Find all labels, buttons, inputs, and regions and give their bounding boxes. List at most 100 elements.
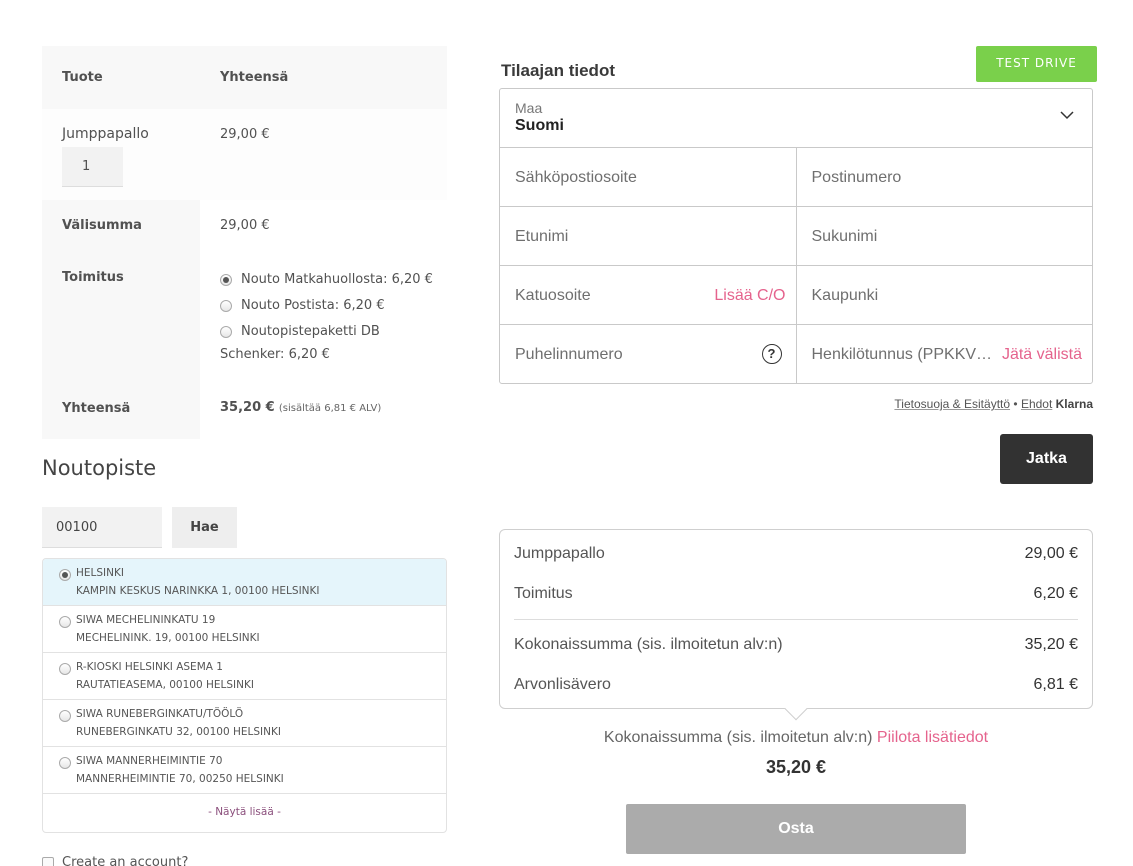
- country-value: Suomi: [515, 117, 564, 134]
- add-co-link[interactable]: Lisää C/O: [714, 287, 785, 305]
- last-name-field[interactable]: Sukunimi: [795, 207, 1093, 265]
- klarna-terms: Tietosuoja & Esitäyttö • Ehdot Klarna: [894, 397, 1093, 411]
- ssn-field[interactable]: Henkilötunnus (PPKKVVSSSS) Jätä välistä: [795, 325, 1093, 384]
- shipping-option-label-cont: Schenker: 6,20 €: [220, 347, 330, 362]
- pickup-point-item[interactable]: SIWA RUNEBERGINKATU/TÖÖLÖ RUNEBERGINKATU…: [43, 700, 446, 747]
- checkbox-icon[interactable]: [42, 856, 54, 866]
- test-drive-badge: TEST DRIVE: [976, 46, 1097, 82]
- pickup-point-name: R-KIOSKI HELSINKI ASEMA 1: [76, 661, 223, 673]
- phone-placeholder: Puhelinnumero: [515, 346, 623, 363]
- shipping-label: Toimitus: [42, 256, 200, 383]
- subtotal-label: Välisumma: [42, 200, 200, 256]
- show-more-link[interactable]: - Näytä lisää -: [43, 794, 446, 818]
- pickup-point-item[interactable]: HELSINKI KAMPIN KESKUS NARINKKA 1, 00100…: [43, 559, 446, 606]
- radio-icon[interactable]: [59, 710, 71, 722]
- radio-icon[interactable]: [59, 757, 71, 769]
- radio-icon[interactable]: [220, 300, 232, 312]
- radio-selected-icon[interactable]: [59, 569, 71, 581]
- terms-separator: •: [1013, 397, 1018, 411]
- order-review-table: Tuote Yhteensä Jumppapallo 29,00 € 1 Väl…: [42, 46, 447, 439]
- summary-line-label: Jumppapallo: [514, 545, 605, 562]
- summary-line: Jumppapallo 29,00 €: [514, 534, 1078, 574]
- continue-button[interactable]: Jatka: [1000, 434, 1093, 484]
- shipping-options: Nouto Matkahuollosta: 6,20 € Nouto Posti…: [200, 256, 447, 383]
- vat-note: (sisältää 6,81 € ALV): [278, 403, 382, 414]
- summary-line: Toimitus 6,20 €: [514, 574, 1078, 614]
- radio-icon[interactable]: [220, 326, 232, 338]
- klarna-brand: Klarna: [1055, 397, 1093, 411]
- city-field[interactable]: Kaupunki: [795, 266, 1093, 324]
- first-name-field[interactable]: Etunimi: [500, 207, 796, 265]
- pickup-point-address: RAUTATIEASEMA, 00100 HELSINKI: [76, 679, 254, 691]
- order-total-value-cell: 35,20 € (sisältää 6,81 € ALV): [200, 383, 447, 439]
- order-table-header: Tuote Yhteensä: [42, 46, 447, 109]
- pickup-point-name: HELSINKI: [76, 567, 124, 579]
- create-account-label: Create an account?: [62, 855, 189, 866]
- chevron-down-icon: [1060, 111, 1074, 120]
- shipping-row: Toimitus Nouto Matkahuollosta: 6,20 € No…: [42, 256, 447, 383]
- pickup-point-name: SIWA MANNERHEIMINTIE 70: [76, 755, 223, 767]
- summary-line-label: Arvonlisävero: [514, 676, 611, 693]
- total-line-label: Kokonaissumma (sis. ilmoitetun alv:n): [603, 729, 873, 746]
- summary-line-label: Kokonaissumma (sis. ilmoitetun alv:n): [514, 635, 783, 653]
- order-total-value: 35,20 €: [220, 400, 275, 415]
- subtotal-row: Välisumma 29,00 €: [42, 200, 447, 256]
- cart-item-price: 29,00 €: [220, 127, 270, 142]
- street-address-field[interactable]: Katuosoite Lisää C/O: [500, 266, 796, 324]
- pickup-point-address: MECHELININK. 19, 00100 HELSINKI: [76, 632, 260, 644]
- phone-field[interactable]: Puhelinnumero ?: [500, 325, 796, 384]
- customer-details-form: Maa Suomi Sähköpostiosoite Postinumero E…: [499, 88, 1093, 384]
- ssn-placeholder: Henkilötunnus (PPKKVVSSSS): [811, 346, 994, 363]
- pickup-point-list: HELSINKI KAMPIN KESKUS NARINKKA 1, 00100…: [42, 558, 447, 833]
- email-field[interactable]: Sähköpostiosoite: [500, 148, 796, 206]
- pickup-point-address: RUNEBERGINKATU 32, 00100 HELSINKI: [76, 726, 281, 738]
- pickup-point-address: MANNERHEIMINTIE 70, 00250 HELSINKI: [76, 773, 284, 785]
- pickup-point-item[interactable]: R-KIOSKI HELSINKI ASEMA 1 RAUTATIEASEMA,…: [43, 653, 446, 700]
- cart-item-row: Jumppapallo 29,00 € 1: [42, 109, 447, 200]
- total-column-header: Yhteensä: [220, 70, 289, 85]
- shipping-option-label: Noutopistepaketti DB: [241, 324, 380, 339]
- pickup-title: Noutopiste: [42, 456, 157, 480]
- country-select[interactable]: Maa Suomi: [500, 89, 1092, 148]
- total-line: Kokonaissumma (sis. ilmoitetun alv:n) Pi…: [499, 729, 1093, 747]
- radio-icon[interactable]: [59, 616, 71, 628]
- quantity-input[interactable]: 1: [62, 147, 123, 187]
- pickup-point-item[interactable]: SIWA MANNERHEIMINTIE 70 MANNERHEIMINTIE …: [43, 747, 446, 794]
- shipping-option-posti[interactable]: Nouto Postista: 6,20 €: [220, 293, 447, 319]
- grand-total-value: 35,20 €: [765, 757, 827, 777]
- radio-selected-icon[interactable]: [220, 274, 232, 286]
- summary-line-amount: 29,00 €: [1024, 545, 1078, 562]
- postcode-search-input[interactable]: 00100: [42, 507, 162, 548]
- help-question-icon[interactable]: ?: [761, 344, 782, 364]
- radio-icon[interactable]: [59, 663, 71, 675]
- buy-button[interactable]: Osta: [626, 804, 966, 854]
- order-summary-box: Jumppapallo 29,00 € Toimitus 6,20 € Koko…: [499, 529, 1093, 721]
- shipping-option-db-schenker[interactable]: Noutopistepaketti DB: [220, 319, 447, 345]
- shipping-option-matkahuolto[interactable]: Nouto Matkahuollosta: 6,20 €: [220, 267, 447, 293]
- hide-details-link[interactable]: Piilota lisätiedot: [877, 729, 988, 746]
- shipping-option-label: Nouto Postista: 6,20 €: [241, 298, 385, 313]
- pickup-point-name: SIWA RUNEBERGINKATU/TÖÖLÖ: [76, 708, 244, 720]
- privacy-link[interactable]: Tietosuoja & Esitäyttö: [894, 397, 1010, 411]
- summary-line-label: Toimitus: [514, 585, 573, 602]
- pickup-point-item[interactable]: SIWA MECHELININKATU 19 MECHELININK. 19, …: [43, 606, 446, 653]
- postcode-field[interactable]: Postinumero: [795, 148, 1093, 206]
- street-address-placeholder: Katuosoite: [515, 287, 591, 304]
- product-column-header: Tuote: [62, 70, 103, 85]
- summary-line-amount: 6,20 €: [1033, 585, 1078, 602]
- country-label: Maa: [515, 100, 543, 116]
- terms-link[interactable]: Ehdot: [1021, 397, 1052, 411]
- summary-line: Kokonaissumma (sis. ilmoitetun alv:n) 35…: [514, 619, 1078, 665]
- order-total-label: Yhteensä: [42, 383, 200, 439]
- subtotal-value: 29,00 €: [220, 218, 270, 233]
- customer-details-title: Tilaajan tiedot: [501, 61, 615, 80]
- pickup-point-address: KAMPIN KESKUS NARINKKA 1, 00100 HELSINKI: [76, 585, 320, 597]
- skip-ssn-link[interactable]: Jätä välistä: [1002, 346, 1082, 364]
- summary-line-amount: 6,81 €: [1033, 676, 1078, 693]
- shipping-option-label: Nouto Matkahuollosta: 6,20 €: [241, 272, 433, 287]
- create-account-option[interactable]: Create an account?: [42, 855, 188, 866]
- pickup-point-name: SIWA MECHELININKATU 19: [76, 614, 216, 626]
- cart-item-name: Jumppapallo: [62, 126, 149, 142]
- order-total-row: Yhteensä 35,20 € (sisältää 6,81 € ALV): [42, 383, 447, 439]
- pickup-search-button[interactable]: Hae: [172, 507, 237, 548]
